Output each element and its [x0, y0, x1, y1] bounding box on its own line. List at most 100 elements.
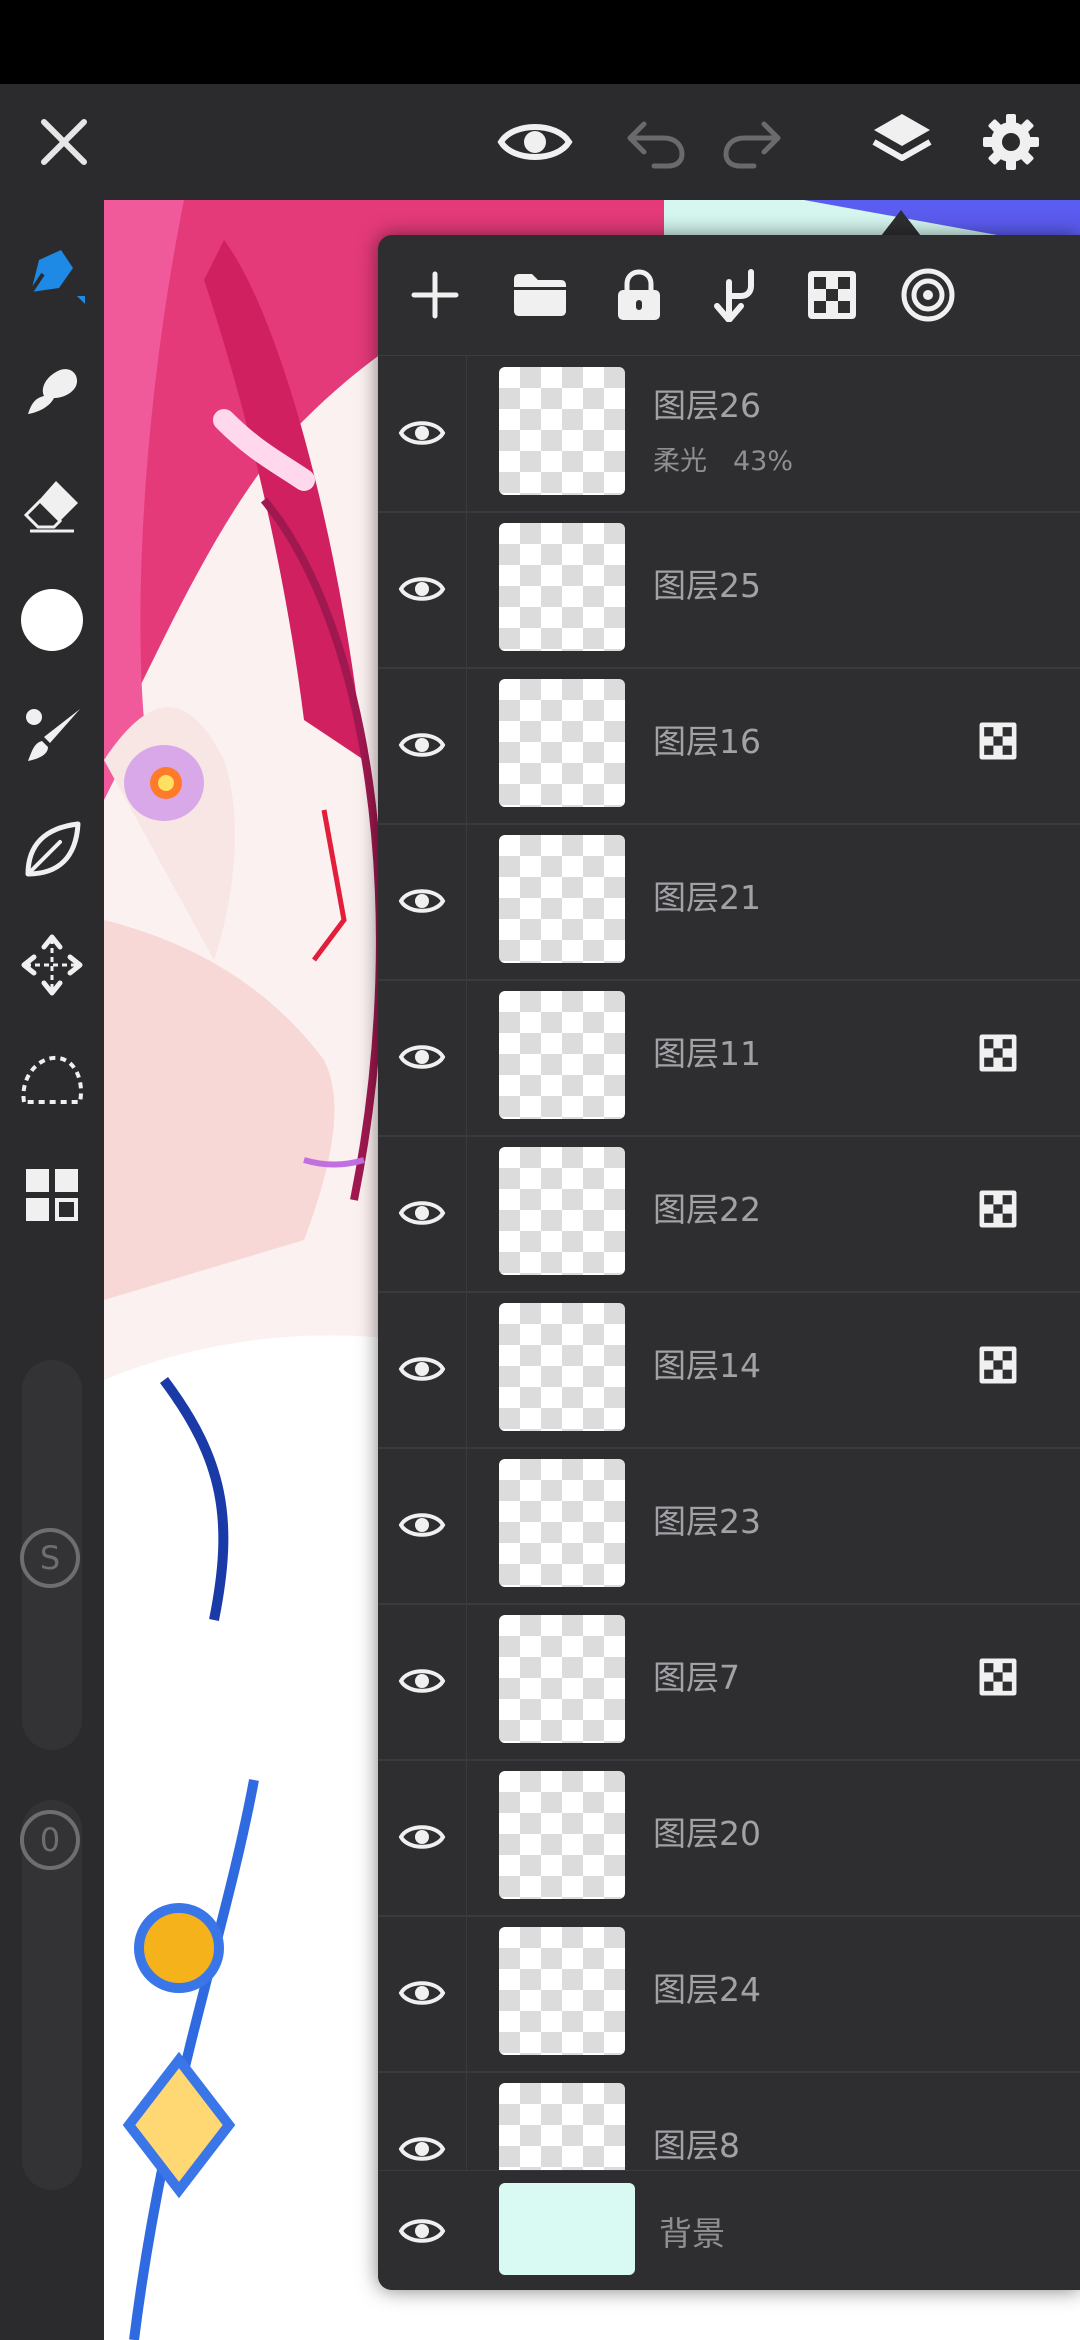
layer-name: 图层23 — [653, 1502, 761, 1541]
preview-button[interactable] — [485, 84, 585, 200]
layers-panel-toolbar — [378, 235, 1080, 356]
layer-row[interactable]: 图层25 — [378, 511, 1080, 669]
brush-size-label: S — [39, 1539, 61, 1577]
undo-icon — [627, 121, 685, 169]
layer-thumbnail — [499, 1303, 625, 1431]
eraser-tool[interactable] — [0, 455, 104, 555]
layer-row[interactable]: 图层7 — [378, 1603, 1080, 1761]
panel-pointer — [881, 210, 921, 236]
layer-list[interactable]: 图层26 柔光 43% 图层25 图层16 图层21 图层11 图层22 图层14 图层23 图层7… — [378, 355, 1080, 2170]
brush-icon — [26, 709, 80, 761]
layer-row[interactable]: 图层14 — [378, 1291, 1080, 1449]
move-tool[interactable] — [0, 915, 104, 1015]
new-folder-button[interactable] — [500, 255, 580, 335]
target-icon — [901, 268, 955, 322]
layer-visibility-toggle[interactable] — [378, 2171, 466, 2290]
layer-name: 图层25 — [653, 566, 761, 605]
layer-name: 图层22 — [653, 1190, 761, 1229]
eye-icon — [398, 1981, 446, 2005]
layer-thumbnail — [499, 1927, 625, 2055]
pen-tool[interactable] — [0, 225, 104, 325]
eye-icon — [398, 1045, 446, 1069]
redo-button[interactable] — [702, 84, 802, 200]
gear-icon — [983, 114, 1039, 170]
layer-clipping-indicator[interactable] — [978, 1657, 1018, 1697]
layer-row[interactable]: 图层22 — [378, 1135, 1080, 1293]
color-circle-icon — [21, 589, 83, 651]
layer-row[interactable]: 图层23 — [378, 1447, 1080, 1605]
layer-visibility-toggle[interactable] — [378, 2071, 467, 2170]
eye-icon — [398, 2137, 446, 2161]
layers-icon — [872, 114, 932, 161]
smudge-icon — [28, 369, 78, 414]
brush-tool[interactable] — [0, 685, 104, 785]
left-toolbar: S 0 — [0, 200, 104, 2340]
color-button[interactable] — [0, 570, 104, 670]
layer-visibility-toggle[interactable] — [378, 355, 467, 511]
move-icon — [21, 934, 83, 996]
materials-tool[interactable] — [0, 1145, 104, 1245]
reference-button[interactable] — [888, 255, 968, 335]
layer-row[interactable]: 图层24 — [378, 1915, 1080, 2073]
eye-icon — [398, 2219, 446, 2243]
layer-row[interactable]: 图层8 — [378, 2071, 1080, 2170]
layer-thumbnail — [499, 1147, 625, 1275]
brush-size-slider[interactable]: S — [20, 1360, 82, 1750]
lasso-icon — [21, 1055, 83, 1104]
eye-icon — [398, 1825, 446, 1849]
close-button[interactable] — [14, 84, 114, 200]
layer-blend-mode: 柔光 — [653, 446, 707, 477]
status-bar — [0, 0, 1080, 84]
eye-icon — [398, 889, 446, 913]
clipping-button[interactable] — [792, 255, 872, 335]
layer-name: 图层26 — [653, 386, 761, 425]
clipping-checker-icon — [979, 1346, 1017, 1384]
layer-row[interactable]: 图层21 — [378, 823, 1080, 981]
merge-down-icon — [714, 269, 754, 322]
layer-clipping-indicator[interactable] — [978, 1345, 1018, 1385]
layer-visibility-toggle[interactable] — [378, 1759, 467, 1915]
eye-icon — [398, 1669, 446, 1693]
pen-icon — [29, 250, 85, 304]
add-layer-button[interactable] — [395, 255, 475, 335]
layer-row[interactable]: 图层20 — [378, 1759, 1080, 1917]
layer-visibility-toggle[interactable] — [378, 1915, 467, 2071]
layer-visibility-toggle[interactable] — [378, 1291, 467, 1447]
undo-button[interactable] — [606, 84, 706, 200]
layer-visibility-toggle[interactable] — [378, 823, 467, 979]
layer-row[interactable]: 图层16 — [378, 667, 1080, 825]
background-layer-name: 背景 — [659, 2214, 725, 2253]
opacity-slider[interactable]: 0 — [20, 1800, 82, 2190]
layer-visibility-toggle[interactable] — [378, 1447, 467, 1603]
layer-thumbnail — [499, 1459, 625, 1587]
layers-button[interactable] — [852, 84, 952, 200]
merge-down-button[interactable] — [696, 255, 776, 335]
layer-visibility-toggle[interactable] — [378, 511, 467, 667]
layer-clipping-indicator[interactable] — [978, 1033, 1018, 1073]
opacity-handle: 0 — [20, 1810, 80, 1870]
layer-visibility-toggle[interactable] — [378, 979, 467, 1135]
eraser-icon — [23, 481, 78, 533]
settings-button[interactable] — [961, 84, 1061, 200]
layer-name: 图层14 — [653, 1346, 761, 1385]
layer-visibility-toggle[interactable] — [378, 667, 467, 823]
leaf-tool[interactable] — [0, 800, 104, 900]
layer-thumbnail — [499, 1615, 625, 1743]
layer-name: 图层8 — [653, 2126, 740, 2165]
layer-thumbnail — [499, 367, 625, 495]
lasso-tool[interactable] — [0, 1030, 104, 1130]
clipping-checker-icon — [808, 271, 856, 319]
layer-row[interactable]: 图层26 柔光 43% — [378, 355, 1080, 513]
layer-clipping-indicator[interactable] — [978, 1189, 1018, 1229]
background-layer-row[interactable]: 背景 — [378, 2170, 1080, 2290]
redo-icon — [723, 121, 781, 169]
layer-visibility-toggle[interactable] — [378, 1135, 467, 1291]
layer-visibility-toggle[interactable] — [378, 1603, 467, 1759]
layer-clipping-indicator[interactable] — [978, 721, 1018, 761]
lock-layer-button[interactable] — [599, 255, 679, 335]
layer-thumbnail — [499, 679, 625, 807]
layer-thumbnail — [499, 1771, 625, 1899]
leaf-icon — [25, 821, 81, 877]
layer-row[interactable]: 图层11 — [378, 979, 1080, 1137]
smudge-tool[interactable] — [0, 340, 104, 440]
